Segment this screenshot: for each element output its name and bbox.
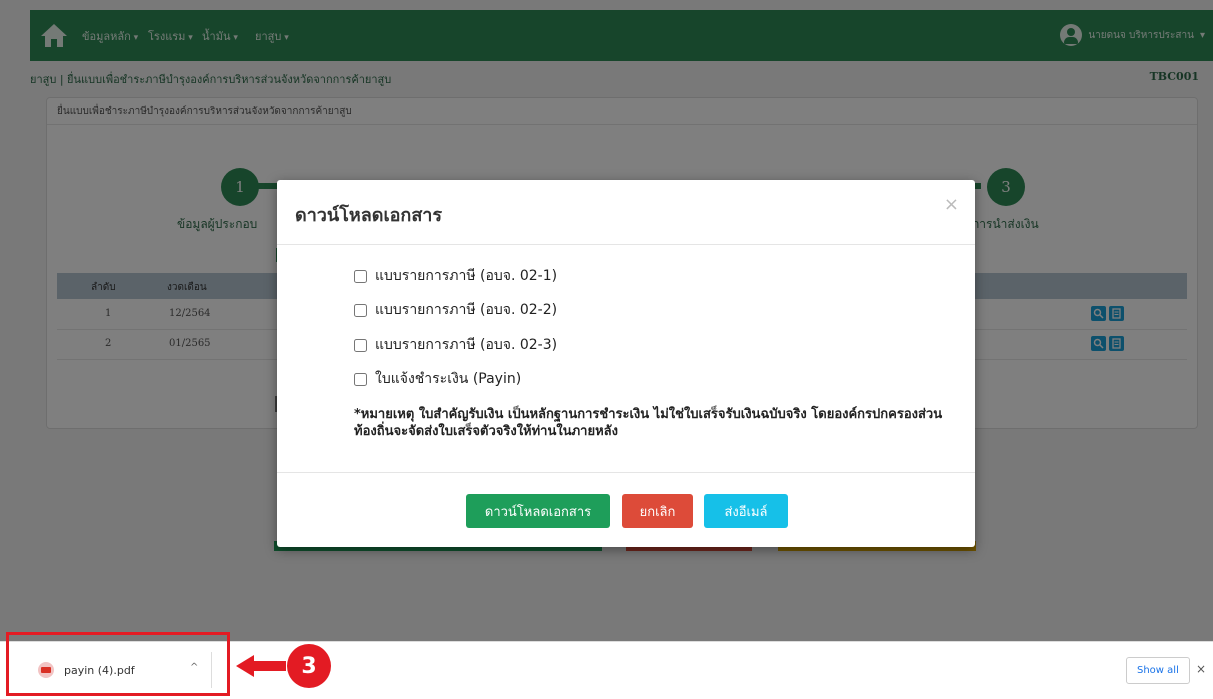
option-label: แบบรายการภาษี (อบจ. 02-2) [375,302,558,318]
checkbox-tax-form-02-1[interactable] [354,269,367,283]
download-documents-button[interactable]: ดาวน์โหลดเอกสาร [466,494,610,528]
checkbox-tax-form-02-3[interactable] [354,338,367,352]
send-email-button[interactable]: ส่งอีเมล์ [704,494,788,528]
receipt-note: *หมายเหตุ ใบสำคัญรับเงิน เป็นหลักฐานการช… [354,407,943,439]
option-payin[interactable]: ใบแจ้งชำระเงิน (Payin) [354,369,521,389]
show-all-button[interactable]: Show all [1126,657,1190,684]
checkbox-payin[interactable] [354,372,367,386]
option-label: แบบรายการภาษี (อบจ. 02-3) [375,337,558,353]
close-shelf-icon[interactable]: × [1196,662,1206,676]
modal-footer: ดาวน์โหลดเอกสาร ยกเลิก ส่งอีเมล์ [277,472,975,548]
annotation-arrow-left-icon [236,655,286,677]
close-icon[interactable]: × [944,194,959,215]
option-tax-form-02-3[interactable]: แบบรายการภาษี (อบจ. 02-3) [354,335,557,355]
option-tax-form-02-1[interactable]: แบบรายการภาษี (อบจ. 02-1) [354,266,557,286]
download-documents-modal: ดาวน์โหลดเอกสาร × แบบรายการภาษี (อบจ. 02… [277,180,975,547]
modal-header: ดาวน์โหลดเอกสาร × [277,180,975,245]
cancel-button[interactable]: ยกเลิก [622,494,693,528]
checkbox-tax-form-02-2[interactable] [354,303,367,317]
option-tax-form-02-2[interactable]: แบบรายการภาษี (อบจ. 02-2) [354,300,557,320]
option-label: แบบรายการภาษี (อบจ. 02-1) [375,268,558,284]
annotation-step-badge: 3 [287,644,331,688]
option-label: ใบแจ้งชำระเงิน (Payin) [375,371,522,387]
annotation-highlight-box [6,632,230,696]
modal-title: ดาวน์โหลดเอกสาร [295,205,443,226]
